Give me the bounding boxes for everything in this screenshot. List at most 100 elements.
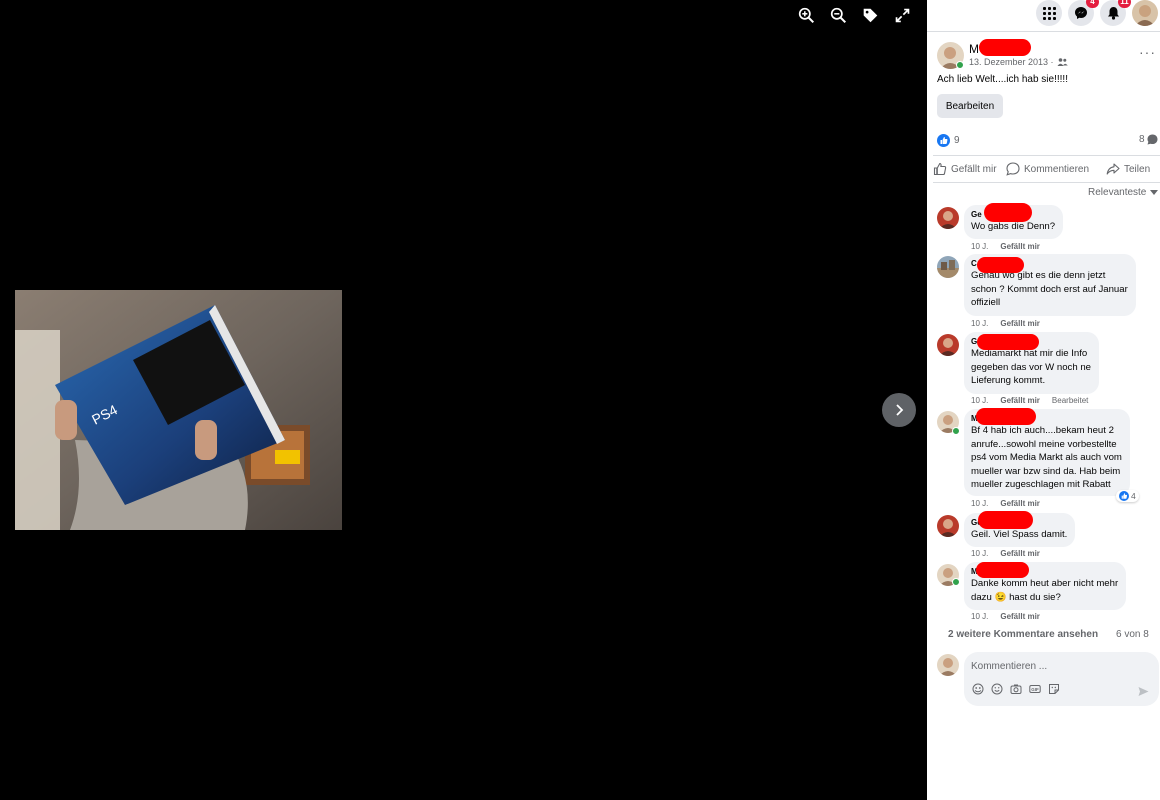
commenter-avatar[interactable] xyxy=(937,207,959,229)
online-indicator xyxy=(952,578,960,586)
comment-icon xyxy=(1006,162,1020,176)
comment-count[interactable]: 8 xyxy=(1139,134,1158,145)
comment-meta: 10 J. Gefällt mir xyxy=(971,319,1040,328)
avatar-sticker-icon[interactable] xyxy=(972,683,984,695)
comment-text: Bf 4 hab ich auch....bekam heut 2 xyxy=(971,425,1114,436)
comment-button-label: Kommentieren xyxy=(1024,163,1090,175)
redaction-mark xyxy=(978,511,1033,529)
comment-meta: 10 J. Gefällt mir xyxy=(971,499,1040,508)
comment-time[interactable]: 10 J. xyxy=(971,612,988,621)
comment-like-button[interactable]: Gefällt mir xyxy=(1000,499,1040,508)
grid-menu-icon xyxy=(1042,6,1056,20)
fullscreen-icon[interactable] xyxy=(892,5,912,25)
redaction-mark xyxy=(976,408,1036,425)
commenter-avatar[interactable] xyxy=(937,256,959,278)
comment-meta: 10 J. Gefällt mir xyxy=(971,549,1040,558)
redaction-mark xyxy=(977,257,1024,273)
comment-sort-dropdown[interactable]: Relevanteste xyxy=(1088,187,1159,198)
post-text: Ach lieb Welt....ich hab sie!!!!! xyxy=(937,74,1068,85)
like-count: 9 xyxy=(954,135,960,146)
top-navigation: 4 11 xyxy=(927,0,1160,28)
author-name[interactable]: M xyxy=(969,42,979,56)
composer-avatar[interactable] xyxy=(937,654,959,676)
comment-text: Geil. Viel Spass damit. xyxy=(971,529,1068,540)
comment-text: Lieferung kommt. xyxy=(971,375,1046,386)
gif-icon[interactable]: GIF xyxy=(1029,683,1041,695)
thumbs-up-icon xyxy=(933,162,947,176)
comment-composer: GIF xyxy=(964,652,1159,706)
photo-viewer: PS4 xyxy=(0,0,927,800)
online-indicator xyxy=(952,427,960,435)
action-bar: Gefällt mir Kommentieren Teilen xyxy=(927,156,1160,182)
messenger-button[interactable]: 4 xyxy=(1068,0,1099,26)
composer-tools: GIF xyxy=(972,683,1060,695)
comment-text: ps4 vom Media Markt als auch vom xyxy=(971,452,1122,463)
bell-icon xyxy=(1107,7,1119,20)
share-icon xyxy=(1106,163,1120,175)
comment-time[interactable]: 10 J. xyxy=(971,396,988,405)
redaction-mark xyxy=(984,203,1032,222)
reaction-summary[interactable]: 9 xyxy=(937,134,960,147)
comment-count-value: 8 xyxy=(1139,134,1145,145)
share-button[interactable]: Teilen xyxy=(1106,162,1150,176)
post-photo: PS4 xyxy=(15,290,342,530)
sticker-icon[interactable] xyxy=(1048,683,1060,695)
like-button-label: Gefällt mir xyxy=(951,163,997,175)
comment-bubble-icon xyxy=(1147,134,1158,145)
svg-text:GIF: GIF xyxy=(1031,687,1039,692)
comment-meta: 10 J. Gefällt mir xyxy=(971,242,1040,251)
like-reaction-icon xyxy=(937,134,950,147)
sort-label: Relevanteste xyxy=(1088,187,1147,198)
comments-shown-count: 6 von 8 xyxy=(1116,629,1149,640)
comment-text: mueller war bzw sind da. Hab beim xyxy=(971,465,1121,477)
comment-time[interactable]: 10 J. xyxy=(971,242,988,251)
zoom-in-icon[interactable] xyxy=(796,5,816,25)
comment-meta: 10 J. Gefällt mir xyxy=(971,612,1040,621)
comment-text: Danke komm heut aber nicht mehr xyxy=(971,578,1119,589)
zoom-out-icon[interactable] xyxy=(828,5,848,25)
comment-time[interactable]: 10 J. xyxy=(971,319,988,328)
notifications-badge: 11 xyxy=(1118,0,1131,8)
friends-icon xyxy=(1057,58,1068,66)
comment-reactions[interactable]: 4 xyxy=(1116,490,1139,502)
comment-text: offiziell xyxy=(971,297,1001,308)
camera-icon[interactable] xyxy=(1010,683,1022,695)
emoji-icon[interactable] xyxy=(991,683,1003,695)
comment-text: mueller zugeschlagen mit Rabatt xyxy=(971,479,1111,490)
comment-like-button[interactable]: Gefällt mir xyxy=(1000,396,1040,405)
tag-icon[interactable] xyxy=(860,5,880,25)
view-more-comments-link[interactable]: 2 weitere Kommentare ansehen xyxy=(948,629,1098,640)
commenter-avatar[interactable] xyxy=(937,334,959,356)
chevron-right-icon xyxy=(896,404,904,416)
comment-like-button[interactable]: Gefällt mir xyxy=(1000,242,1040,251)
post-date[interactable]: 13. Dezember 2013 · xyxy=(969,57,1068,67)
like-button[interactable]: Gefällt mir xyxy=(933,162,997,176)
next-photo-button[interactable] xyxy=(882,393,916,427)
comment-input[interactable] xyxy=(971,657,1151,675)
caret-down-icon xyxy=(1150,190,1159,195)
commenter-avatar[interactable] xyxy=(937,515,959,537)
menu-button[interactable] xyxy=(1036,0,1062,26)
online-indicator xyxy=(956,61,964,69)
comment-like-button[interactable]: Gefällt mir xyxy=(1000,549,1040,558)
notifications-button[interactable]: 11 xyxy=(1100,0,1131,26)
viewer-toolbar xyxy=(796,5,912,25)
messenger-icon xyxy=(1075,7,1087,19)
edit-button[interactable]: Bearbeiten xyxy=(937,94,1003,118)
post-panel: 4 11 M 13. Dezember 2013 · ··· Ach lieb … xyxy=(927,0,1160,800)
comment-like-button[interactable]: Gefällt mir xyxy=(1000,612,1040,621)
send-icon[interactable] xyxy=(1138,684,1149,702)
edited-label: Bearbeitet xyxy=(1051,396,1089,405)
more-options-button[interactable]: ··· xyxy=(1139,44,1156,60)
redaction-mark xyxy=(979,39,1031,56)
post-date-text: 13. Dezember 2013 · xyxy=(969,57,1054,67)
nav-divider xyxy=(927,31,1160,32)
comment-text: Wo gabs die Denn? xyxy=(971,221,1056,232)
comment-like-button[interactable]: Gefällt mir xyxy=(1000,319,1040,328)
comment-button[interactable]: Kommentieren xyxy=(1006,162,1089,176)
comment-reaction-count: 4 xyxy=(1131,491,1136,501)
messenger-badge: 4 xyxy=(1086,0,1099,8)
account-avatar[interactable] xyxy=(1132,0,1158,26)
comment-time[interactable]: 10 J. xyxy=(971,549,988,558)
comment-time[interactable]: 10 J. xyxy=(971,499,988,508)
